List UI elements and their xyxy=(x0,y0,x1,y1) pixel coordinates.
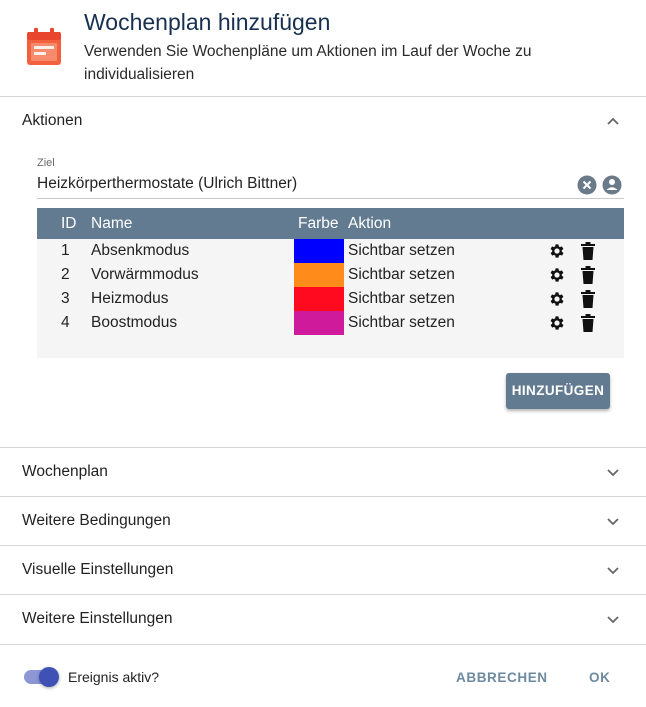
toggle-label: Ereignis aktiv? xyxy=(68,669,160,685)
trash-icon[interactable] xyxy=(580,266,596,284)
chevron-up-icon[interactable] xyxy=(606,114,620,128)
column-header-action: Aktion xyxy=(348,215,392,232)
trash-icon[interactable] xyxy=(580,290,596,308)
gear-icon[interactable] xyxy=(548,266,566,284)
column-header-color: Farbe xyxy=(298,215,339,232)
color-swatch xyxy=(294,239,344,263)
target-field-underline xyxy=(37,198,624,199)
row-id: 4 xyxy=(61,314,70,331)
clear-icon[interactable] xyxy=(577,175,597,195)
trash-icon[interactable] xyxy=(580,314,596,332)
section-visual-settings[interactable]: Visuelle Einstellungen xyxy=(0,546,646,595)
table-row[interactable]: 4 Boostmodus Sichtbar setzen xyxy=(37,311,624,335)
row-name: Boostmodus xyxy=(91,314,178,331)
actions-section-header[interactable]: Aktionen xyxy=(22,112,82,130)
dialog-title: Wochenplan hinzufügen xyxy=(84,9,331,35)
target-field-label: Ziel xyxy=(37,157,55,169)
add-action-button[interactable]: HINZUFÜGEN xyxy=(506,373,610,409)
toggle-knob[interactable] xyxy=(39,667,59,687)
section-label: Visuelle Einstellungen xyxy=(22,561,174,578)
calendar-icon xyxy=(27,28,61,65)
row-id: 3 xyxy=(61,290,70,307)
row-id: 2 xyxy=(61,266,70,283)
dialog-subtitle: Verwenden Sie Wochenpläne um Aktionen im… xyxy=(84,43,532,83)
color-swatch xyxy=(294,311,344,335)
cancel-button[interactable]: ABBRECHEN xyxy=(456,670,548,685)
table-row[interactable]: 1 Absenkmodus Sichtbar setzen xyxy=(37,239,624,263)
trash-icon[interactable] xyxy=(580,242,596,260)
chevron-down-icon[interactable] xyxy=(606,465,620,479)
table-row[interactable]: 3 Heizmodus Sichtbar setzen xyxy=(37,287,624,311)
chevron-down-icon[interactable] xyxy=(606,514,620,528)
ok-button[interactable]: OK xyxy=(589,670,610,685)
color-swatch xyxy=(294,263,344,287)
section-label: Weitere Einstellungen xyxy=(22,610,173,627)
section-weekly-plan[interactable]: Wochenplan xyxy=(0,448,646,497)
gear-icon[interactable] xyxy=(548,314,566,332)
row-action: Sichtbar setzen xyxy=(348,290,455,307)
dialog-header: Wochenplan hinzufügen Verwenden Sie Woch… xyxy=(0,0,646,97)
section-label: Wochenplan xyxy=(22,463,108,480)
table-header: ID Name Farbe Aktion xyxy=(37,208,624,239)
column-header-name: Name xyxy=(91,215,133,232)
row-action: Sichtbar setzen xyxy=(348,266,455,283)
chevron-down-icon[interactable] xyxy=(606,612,620,626)
section-further-settings[interactable]: Weitere Einstellungen xyxy=(0,595,646,645)
row-action: Sichtbar setzen xyxy=(348,314,455,331)
row-id: 1 xyxy=(61,242,70,259)
table-row[interactable]: 2 Vorwärmmodus Sichtbar setzen xyxy=(37,263,624,287)
actions-table: ID Name Farbe Aktion 1 Absenkmodus Sicht… xyxy=(37,208,624,358)
section-label: Weitere Bedingungen xyxy=(22,512,171,529)
color-swatch xyxy=(294,287,344,311)
section-further-conditions[interactable]: Weitere Bedingungen xyxy=(0,497,646,546)
column-header-id: ID xyxy=(61,215,77,232)
row-action: Sichtbar setzen xyxy=(348,242,455,259)
gear-icon[interactable] xyxy=(548,290,566,308)
gear-icon[interactable] xyxy=(548,242,566,260)
row-name: Absenkmodus xyxy=(91,242,190,259)
row-name: Vorwärmmodus xyxy=(91,266,199,283)
row-name: Heizmodus xyxy=(91,290,169,307)
chevron-down-icon[interactable] xyxy=(606,563,620,577)
target-field[interactable]: Heizkörperthermostate (Ulrich Bittner) xyxy=(37,175,297,193)
user-select-icon[interactable] xyxy=(602,175,622,195)
